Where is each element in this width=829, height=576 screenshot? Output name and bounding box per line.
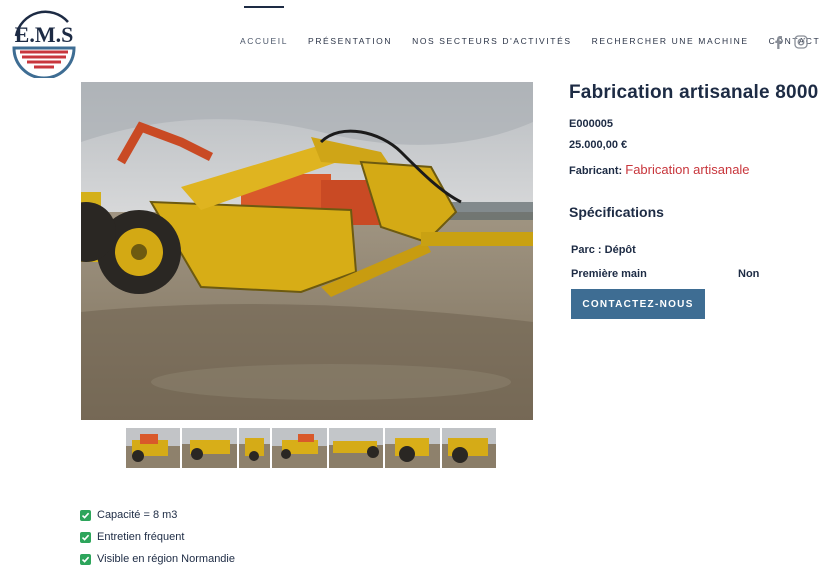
main-navigation: ACCUEIL PRÉSENTATION NOS SECTEURS D'ACTI… [240,0,829,80]
spec-parc: Parc : Dépôt [571,244,636,256]
facebook-icon[interactable] [770,34,786,50]
thumbnail-3[interactable] [239,428,270,468]
company-logo[interactable]: E.M.S [8,6,80,80]
spec-premiere-main: Première main [571,268,647,280]
manufacturer-link[interactable]: Fabrication artisanale [625,162,749,177]
feature-text: Visible en région Normandie [97,553,235,565]
product-main-image[interactable] [81,82,533,420]
checkbox-icon [80,509,91,521]
nav-item-presentation[interactable]: PRÉSENTATION [308,0,392,80]
manufacturer-label: Fabricant: [569,165,623,177]
nav-item-secteurs[interactable]: NOS SECTEURS D'ACTIVITÉS [412,0,572,80]
product-reference: E000005 [569,118,614,130]
feature-text: Entretien fréquent [97,531,185,543]
svg-text:E.M.S: E.M.S [15,22,74,47]
nav-item-accueil[interactable]: ACCUEIL [240,0,288,80]
instagram-icon[interactable] [793,34,809,50]
checkbox-icon [80,531,91,543]
feature-item: Entretien fréquent [80,526,235,548]
product-thumbnails [126,428,496,468]
thumbnail-1[interactable] [126,428,180,468]
thumbnail-6[interactable] [385,428,440,468]
thumbnail-5[interactable] [329,428,383,468]
thumbnail-4[interactable] [272,428,327,468]
nav-item-rechercher[interactable]: RECHERCHER UNE MACHINE [592,0,749,80]
feature-item: Visible en région Normandie [80,548,235,570]
feature-list: Capacité = 8 m3 Entretien fréquent Visib… [80,504,235,570]
product-price: 25.000,00 € [569,139,628,151]
contact-us-button[interactable]: CONTACTEZ-NOUS [571,289,705,319]
manufacturer-line: Fabricant: Fabrication artisanale [569,162,750,177]
thumbnail-2[interactable] [182,428,237,468]
feature-text: Capacité = 8 m3 [97,509,178,521]
thumbnail-7[interactable] [442,428,496,468]
checkbox-icon [80,553,91,565]
spec-premiere-main-value: Non [738,268,760,280]
specs-heading: Spécifications [569,204,664,220]
product-title: Fabrication artisanale 8000 [569,82,819,103]
feature-item: Capacité = 8 m3 [80,504,235,526]
